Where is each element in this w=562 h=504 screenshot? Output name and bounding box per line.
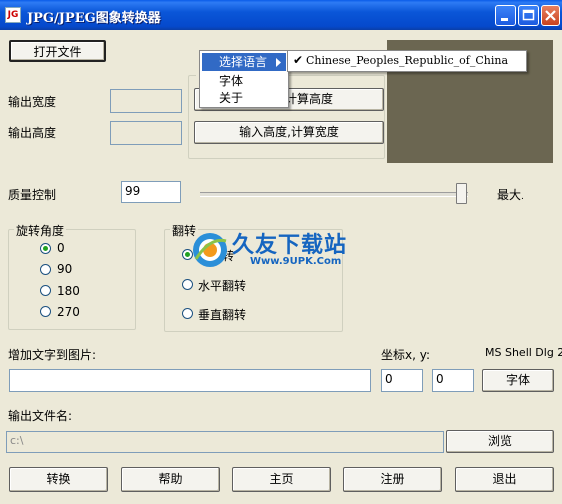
menu-item-language-label: 选择语言 [219, 55, 268, 69]
watermark: 久友下载站 Www.9UPK.Com [190, 225, 360, 275]
submenu-item-china[interactable]: Chinese_Peoples_Republic_of_China [306, 54, 508, 67]
rotate-0-radio[interactable] [40, 243, 51, 254]
app-window: JG JPG/JPEG图象转换器 打开文件 输出宽度 输出高度 E 计算高度 输… [0, 0, 562, 504]
submenu-arrow-icon [276, 58, 281, 67]
quality-slider-track[interactable] [200, 192, 468, 197]
calc-width-button[interactable]: 输入高度,计算宽度 [194, 121, 384, 144]
output-height-field[interactable] [110, 121, 182, 145]
coord-x-input[interactable]: 0 [381, 369, 423, 392]
minimize-button[interactable] [495, 5, 516, 26]
app-icon[interactable]: JG [5, 7, 21, 23]
flip-horizontal-label: 水平翻转 [198, 279, 247, 293]
convert-button[interactable]: 转换 [9, 467, 108, 492]
rotate-0-label: 0 [57, 241, 65, 255]
close-button[interactable] [541, 5, 560, 26]
context-menu: 选择语言 字体 关于 [199, 50, 289, 108]
close-icon [545, 10, 556, 21]
watermark-logo-icon [193, 233, 227, 267]
open-file-button[interactable]: 打开文件 [9, 40, 106, 62]
quality-slider-thumb[interactable] [456, 183, 467, 204]
output-file-input[interactable]: c:\ [6, 431, 444, 453]
output-height-label: 输出高度 [8, 126, 57, 140]
calc-height-button-label: 计算高度 [285, 92, 334, 106]
maximize-button[interactable] [518, 5, 539, 26]
watermark-url: Www.9UPK.Com [250, 256, 342, 267]
home-button[interactable]: 主页 [232, 467, 331, 492]
coord-y-input[interactable]: 0 [432, 369, 474, 392]
quality-max-trail: . [521, 192, 524, 202]
minimize-icon [501, 18, 508, 21]
quality-label: 质量控制 [8, 188, 57, 202]
exit-button[interactable]: 退出 [455, 467, 554, 492]
menu-item-about[interactable]: 关于 [219, 89, 243, 107]
menu-item-language[interactable]: 选择语言 [202, 53, 286, 71]
rotate-270-radio[interactable] [40, 306, 51, 317]
output-file-label: 输出文件名: [8, 409, 73, 423]
quality-input[interactable]: 99 [121, 181, 181, 203]
rotate-group-legend: 旋转角度 [14, 222, 67, 239]
language-submenu: ✔ Chinese_Peoples_Republic_of_China [287, 50, 527, 72]
flip-horizontal-radio[interactable] [182, 279, 193, 290]
rotate-270-label: 270 [57, 305, 80, 319]
quality-max-label: 最大. [497, 186, 524, 203]
output-width-field[interactable] [110, 89, 182, 113]
flip-vertical-radio[interactable] [182, 308, 193, 319]
rotate-180-label: 180 [57, 284, 80, 298]
font-button[interactable]: 字体 [482, 369, 554, 392]
maximize-icon [522, 9, 535, 21]
help-button[interactable]: 帮助 [121, 467, 220, 492]
overlay-text-input[interactable] [9, 369, 371, 392]
rotate-90-radio[interactable] [40, 264, 51, 275]
rotate-90-label: 90 [57, 262, 73, 276]
rotate-180-radio[interactable] [40, 285, 51, 296]
output-width-label: 输出宽度 [8, 95, 57, 109]
coords-label: 坐标x, y: [381, 348, 431, 362]
browse-button[interactable]: 浏览 [446, 430, 554, 453]
quality-max-text: 最大 [497, 188, 522, 202]
register-button[interactable]: 注册 [343, 467, 442, 492]
watermark-text: 久友下载站 [232, 233, 348, 258]
window-title: JPG/JPEG图象转换器 [27, 11, 161, 26]
checkmark-icon: ✔ [293, 53, 304, 67]
font-name-label: MS Shell Dlg 2 [485, 346, 562, 359]
title-bar[interactable]: JG JPG/JPEG图象转换器 [0, 0, 562, 30]
flip-vertical-label: 垂直翻转 [198, 308, 247, 322]
menu-item-font[interactable]: 字体 [219, 72, 243, 90]
add-text-label: 增加文字到图片: [8, 348, 97, 362]
